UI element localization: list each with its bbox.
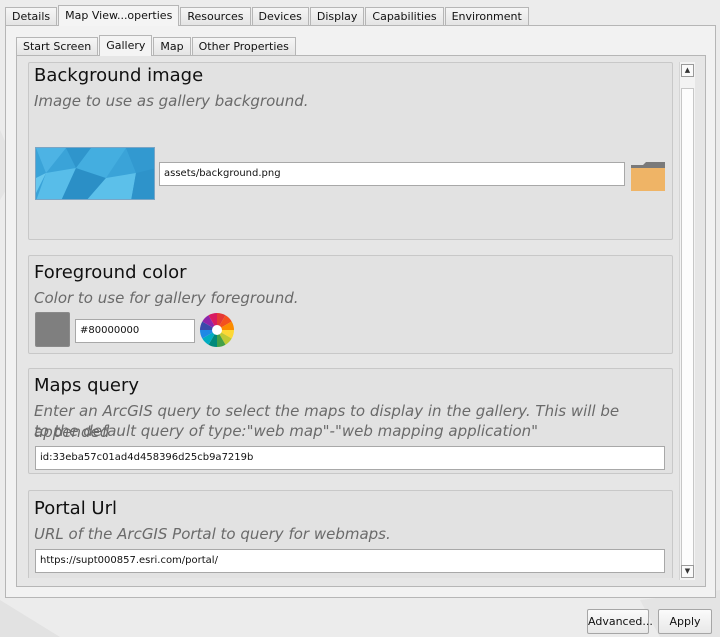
scroll-down-arrow-icon[interactable]: ▼ [681, 565, 694, 578]
maps-query-input[interactable]: id:33eba57c01ad4d458396d25cb9a7219b [35, 446, 665, 470]
browse-folder-icon[interactable] [631, 161, 665, 195]
portal-url-section: Portal Url URL of the ArcGIS Portal to q… [28, 490, 673, 578]
vertical-scrollbar[interactable]: ▲ ▼ [679, 62, 695, 580]
advanced-button[interactable]: Advanced... [587, 609, 653, 634]
apply-button[interactable]: Apply [658, 609, 712, 634]
portal-url-title: Portal Url [34, 498, 118, 519]
portal-url-input[interactable]: https://supt000857.esri.com/portal/ [35, 549, 665, 573]
background-image-thumbnail [35, 147, 155, 200]
tab-environment[interactable]: Environment [444, 7, 529, 26]
tab-resources[interactable]: Resources [180, 7, 251, 26]
foreground-color-section: Foreground color Color to use for galler… [28, 255, 673, 354]
foreground-color-input[interactable]: #80000000 [75, 319, 195, 343]
maps-query-section: Maps query Enter an ArcGIS query to sele… [28, 368, 673, 474]
background-image-path-input[interactable]: assets/background.png [159, 162, 625, 186]
tab-devices[interactable]: Devices [251, 7, 309, 26]
background-image-section: Background image Image to use as gallery… [28, 62, 673, 240]
gallery-settings-scroll-area[interactable]: Background image Image to use as gallery… [26, 62, 678, 578]
tab-display[interactable]: Display [309, 7, 365, 26]
sub-tab-bar: Start Screen Gallery Map Other Propertie… [16, 35, 297, 56]
portal-url-description: URL of the ArcGIS Portal to query for we… [34, 525, 391, 543]
tab-other-properties[interactable]: Other Properties [191, 37, 296, 56]
tab-start-screen[interactable]: Start Screen [16, 37, 99, 56]
scrollbar-thumb[interactable] [681, 88, 694, 566]
main-tab-bar: Details Map View...operties Resources De… [5, 5, 530, 26]
tab-gallery[interactable]: Gallery [99, 35, 153, 56]
maps-query-title: Maps query [34, 375, 140, 396]
color-picker-wheel-icon[interactable] [200, 313, 234, 351]
foreground-color-description: Color to use for gallery foreground. [34, 289, 299, 307]
scroll-up-arrow-icon[interactable]: ▲ [681, 64, 694, 77]
tab-map[interactable]: Map [153, 37, 191, 56]
tab-map-viewer-properties[interactable]: Map View...operties [58, 5, 180, 26]
tab-details[interactable]: Details [5, 7, 58, 26]
background-image-description: Image to use as gallery background. [34, 92, 309, 110]
tab-capabilities[interactable]: Capabilities [365, 7, 444, 26]
foreground-color-swatch[interactable] [35, 312, 70, 347]
foreground-color-title: Foreground color [34, 262, 187, 283]
background-image-title: Background image [34, 65, 204, 86]
maps-query-description-line2: to the default query of type:"web map"-"… [34, 422, 539, 440]
